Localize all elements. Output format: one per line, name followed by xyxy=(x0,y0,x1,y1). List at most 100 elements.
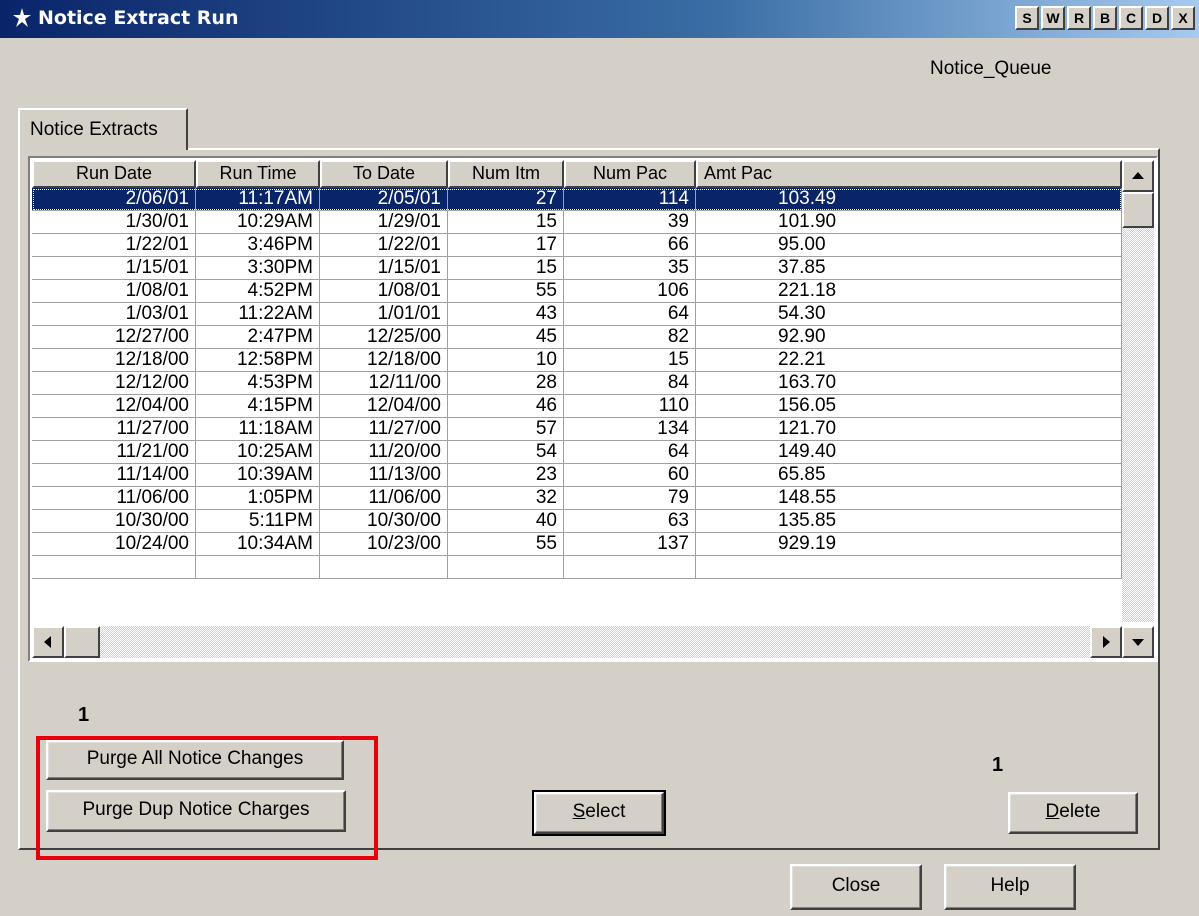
table-cell: 134 xyxy=(564,418,696,441)
table-row[interactable]: 11/06/00 1:05PM 11/06/00 32 79 148.55 xyxy=(32,487,1122,510)
table-cell: 10/23/00 xyxy=(320,533,448,556)
table-cell: 1/22/01 xyxy=(32,234,196,257)
table-cell: 10/24/00 xyxy=(32,533,196,556)
window-title: Notice Extract Run xyxy=(38,7,239,29)
table-cell: 54.30 xyxy=(696,303,1122,326)
table-cell: 65.85 xyxy=(696,464,1122,487)
table-cell: 28 xyxy=(448,372,564,395)
table-cell xyxy=(32,556,196,579)
queue-label: Notice_Queue xyxy=(930,58,1052,79)
horizontal-scrollbar[interactable] xyxy=(32,626,1122,658)
table-cell: 12/04/00 xyxy=(32,395,196,418)
table-row[interactable]: 12/27/00 2:47PM 12/25/00 45 82 92.90 xyxy=(32,326,1122,349)
title-button-s[interactable]: S xyxy=(1015,6,1039,30)
title-button-w[interactable]: W xyxy=(1041,6,1065,30)
table-cell: 12/11/00 xyxy=(320,372,448,395)
table-cell xyxy=(696,556,1122,579)
table-cell xyxy=(320,556,448,579)
scroll-left-button[interactable] xyxy=(32,626,64,658)
column-header[interactable]: Num Itm xyxy=(448,160,564,188)
table-row[interactable]: 1/15/01 3:30PM 1/15/01 15 35 37.85 xyxy=(32,257,1122,280)
vertical-scrollbar[interactable] xyxy=(1122,160,1154,622)
table-cell: 5:11PM xyxy=(196,510,320,533)
app-icon xyxy=(13,8,31,27)
table-cell: 15 xyxy=(448,257,564,280)
table-cell: 11:18AM xyxy=(196,418,320,441)
arrow-left-icon xyxy=(44,636,51,648)
delete-mnemonic: D xyxy=(1045,801,1060,822)
table-cell: 23 xyxy=(448,464,564,487)
column-header[interactable]: Run Time xyxy=(196,160,320,188)
column-header[interactable]: Num Pac xyxy=(564,160,696,188)
table-cell: 3:46PM xyxy=(196,234,320,257)
table-cell: 15 xyxy=(564,349,696,372)
table-cell: 1/03/01 xyxy=(32,303,196,326)
table-cell: 4:52PM xyxy=(196,280,320,303)
table-cell: 110 xyxy=(564,395,696,418)
table-cell: 221.18 xyxy=(696,280,1122,303)
table-cell: 10:25AM xyxy=(196,441,320,464)
table-cell: 55 xyxy=(448,533,564,556)
table-cell: 10/30/00 xyxy=(32,510,196,533)
table-row[interactable]: 10/24/00 10:34AM 10/23/00 55 137 929.19 xyxy=(32,533,1122,556)
grid-body: Run Date Run Time To Date Num Itm Num Pac Amt… xyxy=(32,160,1122,622)
table-row[interactable]: 1/03/01 11:22AM 1/01/01 43 64 54.30 xyxy=(32,303,1122,326)
table-cell: 121.70 xyxy=(696,418,1122,441)
table-cell: 32 xyxy=(448,487,564,510)
column-header[interactable]: Amt Pac xyxy=(696,160,1122,188)
table-cell: 156.05 xyxy=(696,395,1122,418)
select-button[interactable]: Select xyxy=(532,790,666,836)
table-cell: 1/30/01 xyxy=(32,211,196,234)
table-cell: 54 xyxy=(448,441,564,464)
table-row[interactable]: 2/06/01 11:17AM 2/05/01 27 114 103.49 xyxy=(32,188,1122,211)
scroll-up-button[interactable] xyxy=(1122,160,1154,192)
delete-label: elete xyxy=(1059,801,1101,822)
help-button[interactable]: Help xyxy=(944,864,1076,910)
arrow-right-icon xyxy=(1103,636,1110,648)
scroll-down-button[interactable] xyxy=(1122,626,1154,658)
table-row[interactable]: 12/12/00 4:53PM 12/11/00 28 84 163.70 xyxy=(32,372,1122,395)
table-cell: 1/01/01 xyxy=(320,303,448,326)
table-row[interactable]: 12/18/00 12:58PM 12/18/00 10 15 22.21 xyxy=(32,349,1122,372)
table-cell: 82 xyxy=(564,326,696,349)
table-cell: 11:22AM xyxy=(196,303,320,326)
title-button-b[interactable]: B xyxy=(1093,6,1117,30)
table-cell xyxy=(196,556,320,579)
table-row[interactable]: 10/30/00 5:11PM 10/30/00 40 63 135.85 xyxy=(32,510,1122,533)
table-cell: 1/29/01 xyxy=(320,211,448,234)
title-button-r[interactable]: R xyxy=(1067,6,1091,30)
table-cell: 135.85 xyxy=(696,510,1122,533)
table-row[interactable]: 1/22/01 3:46PM 1/22/01 17 66 95.00 xyxy=(32,234,1122,257)
column-header[interactable]: Run Date xyxy=(32,160,196,188)
horizontal-scroll-thumb[interactable] xyxy=(64,626,100,658)
table-cell: 92.90 xyxy=(696,326,1122,349)
tab-notice-extracts[interactable]: Notice Extracts xyxy=(18,108,188,150)
table-row[interactable]: 11/27/00 11:18AM 11/27/00 57 134 121.70 xyxy=(32,418,1122,441)
scroll-right-button[interactable] xyxy=(1090,626,1122,658)
table-cell: 79 xyxy=(564,487,696,510)
table-cell: 11/27/00 xyxy=(320,418,448,441)
table-cell: 64 xyxy=(564,303,696,326)
vertical-scroll-thumb[interactable] xyxy=(1122,192,1154,228)
close-window-button[interactable]: X xyxy=(1171,6,1195,30)
table-cell: 11/27/00 xyxy=(32,418,196,441)
table-row[interactable]: 11/14/00 10:39AM 11/13/00 23 60 65.85 xyxy=(32,464,1122,487)
table-cell: 12:58PM xyxy=(196,349,320,372)
table-cell: 137 xyxy=(564,533,696,556)
select-mnemonic: S xyxy=(572,801,586,822)
table-cell: 163.70 xyxy=(696,372,1122,395)
title-button-c[interactable]: C xyxy=(1119,6,1143,30)
table-cell: 43 xyxy=(448,303,564,326)
title-button-d[interactable]: D xyxy=(1145,6,1169,30)
table-cell: 101.90 xyxy=(696,211,1122,234)
table-cell: 12/18/00 xyxy=(320,349,448,372)
table-row[interactable]: 12/04/00 4:15PM 12/04/00 46 110 156.05 xyxy=(32,395,1122,418)
table-cell: 103.49 xyxy=(696,188,1122,211)
close-button[interactable]: Close xyxy=(790,864,922,910)
table-row[interactable]: 11/21/00 10:25AM 11/20/00 54 64 149.40 xyxy=(32,441,1122,464)
delete-button[interactable]: Delete xyxy=(1008,792,1138,834)
table-row[interactable]: 1/08/01 4:52PM 1/08/01 55 106 221.18 xyxy=(32,280,1122,303)
table-cell: 10 xyxy=(448,349,564,372)
table-row[interactable]: 1/30/01 10:29AM 1/29/01 15 39 101.90 xyxy=(32,211,1122,234)
column-header[interactable]: To Date xyxy=(320,160,448,188)
